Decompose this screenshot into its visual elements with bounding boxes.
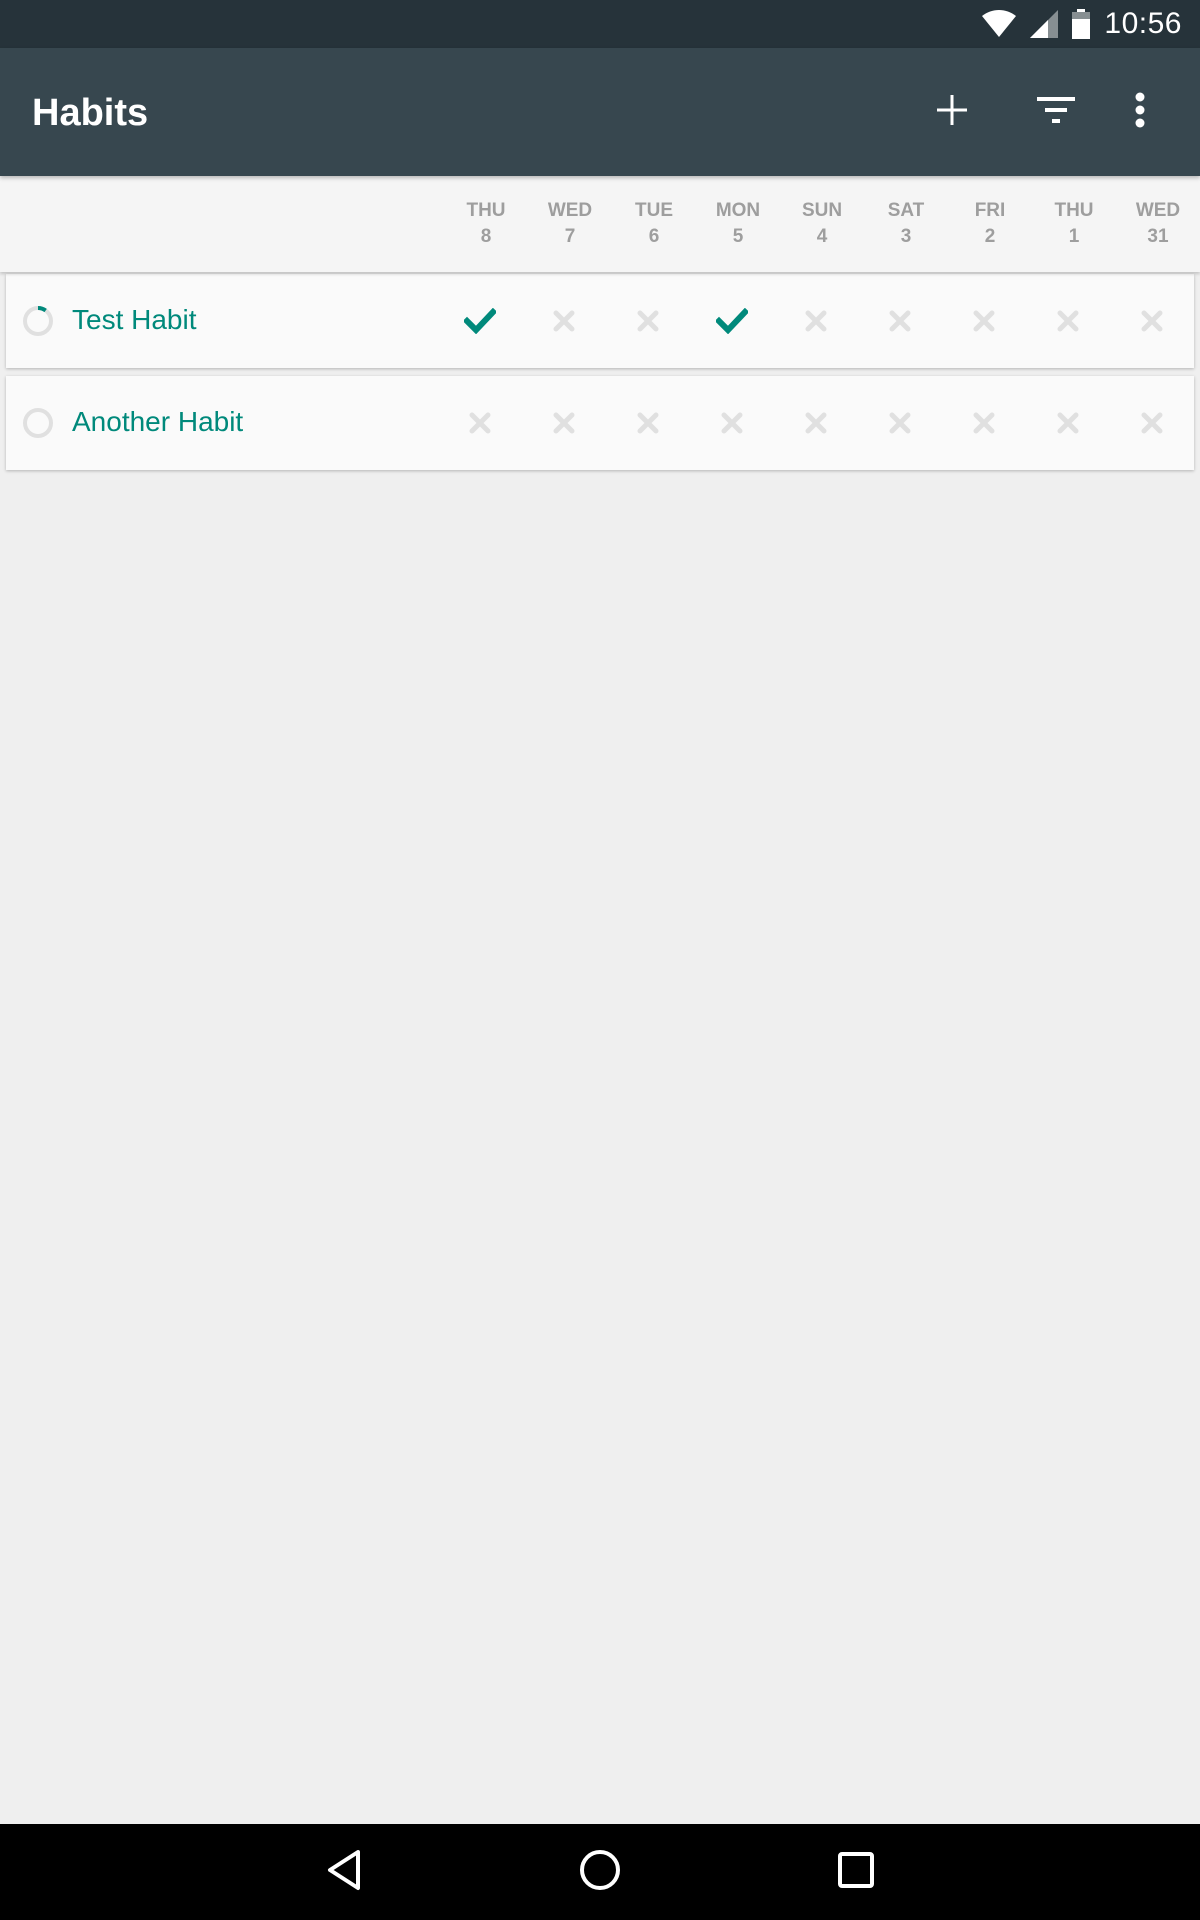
days-header: THU 8 WED 7 TUE 6 MON 5 SUN 4 SAT 3 FRI 2 THU 1 WED 31 xyxy=(0,176,1200,272)
cross-icon[interactable] xyxy=(606,404,690,442)
day-date: 3 xyxy=(900,226,912,247)
checkmark-icon[interactable] xyxy=(438,302,522,340)
day-weekday: WED xyxy=(547,200,593,221)
cross-icon[interactable] xyxy=(606,302,690,340)
recents-square-icon xyxy=(836,1850,876,1895)
filter-button[interactable] xyxy=(1020,76,1092,148)
back-triangle-icon xyxy=(324,1848,364,1897)
add-habit-button[interactable] xyxy=(916,76,988,148)
day-date: 1 xyxy=(1068,226,1080,247)
day-date: 8 xyxy=(480,226,492,247)
day-weekday: SAT xyxy=(887,200,925,221)
cross-icon[interactable] xyxy=(774,302,858,340)
overflow-menu-button[interactable] xyxy=(1104,76,1176,148)
day-header: SAT 3 xyxy=(864,198,948,250)
more-vert-icon xyxy=(1134,92,1146,133)
back-button[interactable] xyxy=(316,1844,372,1900)
day-header: THU 8 xyxy=(444,198,528,250)
cellular-signal-icon xyxy=(1030,10,1059,38)
app-bar: Habits xyxy=(0,48,1200,176)
day-weekday: MON xyxy=(715,200,761,221)
day-weekday: TUE xyxy=(635,200,673,221)
day-header: FRI 2 xyxy=(948,198,1032,250)
wifi-icon xyxy=(982,10,1017,38)
habit-score-ring-icon xyxy=(22,305,54,337)
habit-card[interactable]: Another Habit xyxy=(6,376,1194,470)
cross-icon[interactable] xyxy=(858,404,942,442)
recents-button[interactable] xyxy=(828,1844,884,1900)
battery-icon xyxy=(1072,9,1091,39)
cross-icon[interactable] xyxy=(522,404,606,442)
filter-icon xyxy=(1037,95,1075,130)
cross-icon[interactable] xyxy=(858,302,942,340)
day-date: 7 xyxy=(564,226,576,247)
habit-card[interactable]: Test Habit xyxy=(6,274,1194,368)
navigation-bar xyxy=(0,1824,1200,1920)
day-weekday: THU xyxy=(466,200,506,221)
cross-icon[interactable] xyxy=(1026,404,1110,442)
day-date: 2 xyxy=(984,226,996,247)
cross-icon[interactable] xyxy=(1026,302,1110,340)
day-weekday: THU xyxy=(1054,200,1094,221)
day-header: MON 5 xyxy=(696,198,780,250)
habit-name: Test Habit xyxy=(72,304,197,335)
day-header: SUN 4 xyxy=(780,198,864,250)
day-date: 6 xyxy=(648,226,660,247)
day-header: TUE 6 xyxy=(612,198,696,250)
cross-icon[interactable] xyxy=(942,302,1026,340)
status-time: 10:56 xyxy=(1104,7,1182,40)
status-bar: 10:56 xyxy=(0,0,1200,48)
day-header: WED 31 xyxy=(1116,198,1200,250)
day-weekday: WED xyxy=(1135,200,1181,221)
day-date: 5 xyxy=(732,226,744,247)
cross-icon[interactable] xyxy=(942,404,1026,442)
day-weekday: FRI xyxy=(974,200,1006,221)
day-header: THU 1 xyxy=(1032,198,1116,250)
cross-icon[interactable] xyxy=(438,404,522,442)
home-circle-icon xyxy=(578,1848,622,1897)
cross-icon[interactable] xyxy=(690,404,774,442)
home-button[interactable] xyxy=(572,1844,628,1900)
checkmark-icon[interactable] xyxy=(690,302,774,340)
day-weekday: SUN xyxy=(801,200,843,221)
plus-icon xyxy=(935,93,969,132)
day-date: 4 xyxy=(816,226,828,247)
cross-icon[interactable] xyxy=(774,404,858,442)
day-date: 31 xyxy=(1147,226,1169,247)
day-header: WED 7 xyxy=(528,198,612,250)
cross-icon[interactable] xyxy=(1110,302,1194,340)
page-title: Habits xyxy=(32,92,149,134)
cross-icon[interactable] xyxy=(522,302,606,340)
cross-icon[interactable] xyxy=(1110,404,1194,442)
habit-name: Another Habit xyxy=(72,406,244,437)
habit-score-ring-icon xyxy=(22,407,54,439)
